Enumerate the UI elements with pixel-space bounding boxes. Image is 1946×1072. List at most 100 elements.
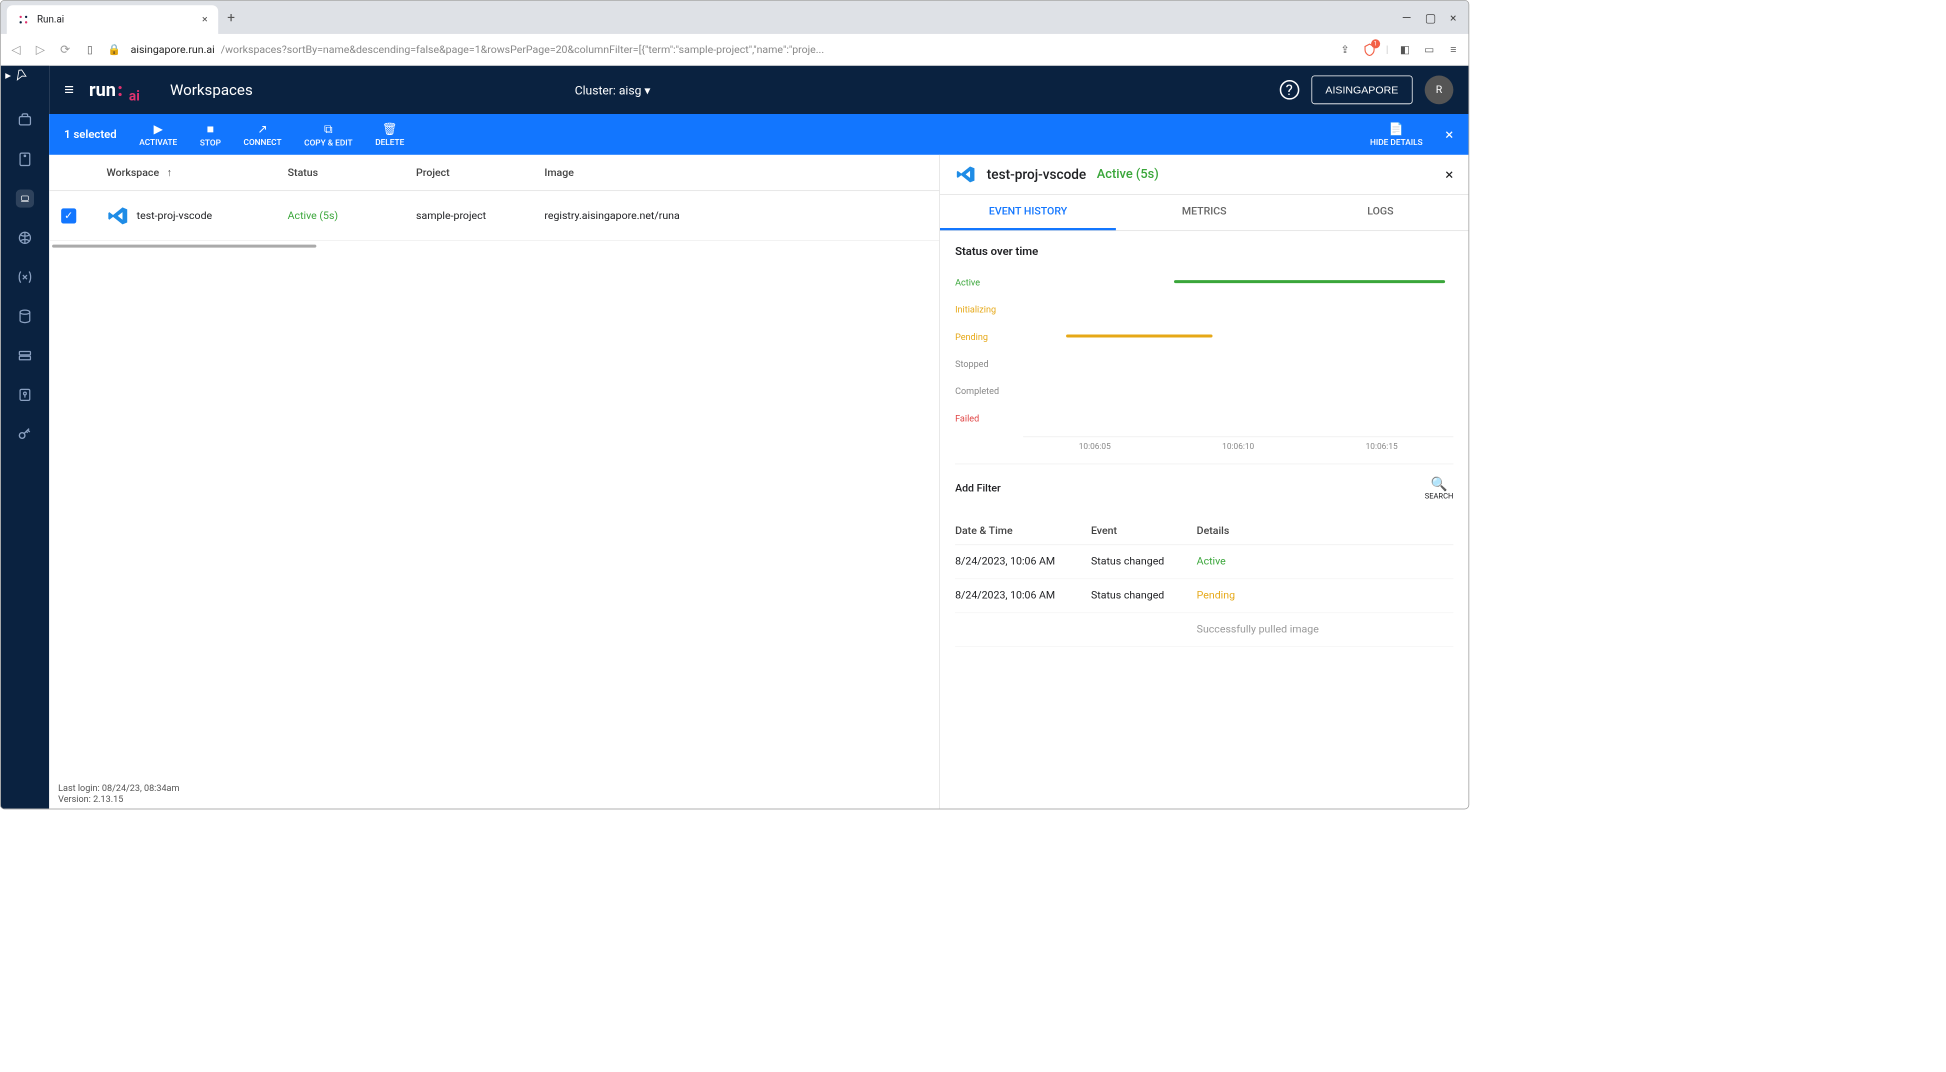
- hide-details-button[interactable]: 📄HIDE DETAILS: [1370, 122, 1423, 148]
- vscode-icon: [106, 204, 129, 227]
- tenant-button[interactable]: AISINGAPORE: [1311, 76, 1413, 105]
- search-button[interactable]: 🔍 SEARCH: [1425, 476, 1454, 500]
- col-image[interactable]: Image: [532, 166, 939, 178]
- tab-close-icon[interactable]: ×: [202, 14, 208, 26]
- rail-credentials-icon[interactable]: [16, 386, 34, 404]
- play-icon: ▶: [154, 122, 163, 136]
- status-over-time-title: Status over time: [955, 245, 1453, 259]
- rail-compute-icon[interactable]: [16, 347, 34, 365]
- logo-ai: ai: [129, 88, 140, 104]
- details-icon: 📄: [1389, 122, 1404, 136]
- runai-logo: run:: [89, 79, 124, 100]
- nav-forward-icon[interactable]: ▷: [33, 39, 48, 59]
- connect-icon: ↗: [257, 122, 267, 136]
- timeline-axis: 10:06:05 10:06:10 10:06:15: [1023, 436, 1453, 451]
- timeline-active-bar: [1174, 280, 1445, 283]
- rail-secrets-icon[interactable]: [16, 425, 34, 443]
- url-path: /workspaces?sortBy=name&descending=false…: [221, 43, 824, 55]
- sort-asc-icon: ↑: [167, 166, 172, 179]
- toolbar-divider: |: [1386, 43, 1389, 55]
- nav-back-icon[interactable]: ◁: [8, 39, 23, 59]
- col-workspace[interactable]: Workspace ↑: [94, 166, 275, 179]
- workspace-table: Workspace ↑ Status Project Image ✓ test-…: [49, 155, 940, 809]
- event-row: 8/24/2023, 10:06 AMStatus changedPending: [955, 579, 1453, 613]
- wallet-icon[interactable]: ▭: [1422, 42, 1437, 57]
- menu-icon[interactable]: ≡: [1446, 42, 1461, 57]
- table-row[interactable]: ✓ test-proj-vscode Active (5s) sample-pr…: [49, 191, 939, 241]
- tab-event-history[interactable]: EVENT HISTORY: [940, 195, 1116, 230]
- state-failed: Failed: [955, 413, 1023, 424]
- ev-col-details: Details: [1197, 525, 1454, 537]
- shield-icon[interactable]: 1: [1362, 42, 1377, 57]
- table-scrollbar[interactable]: [49, 241, 939, 252]
- row-status: Active (5s): [276, 210, 404, 222]
- activate-button[interactable]: ▶ACTIVATE: [139, 122, 177, 148]
- table-header: Workspace ↑ Status Project Image: [49, 155, 939, 191]
- connect-button[interactable]: ↗CONNECT: [244, 122, 282, 148]
- rail-jobs-icon[interactable]: [16, 111, 34, 129]
- rail-workspaces-icon[interactable]: [16, 190, 34, 208]
- browser-titlebar: Run.ai × + — ▢ ×: [1, 1, 1469, 34]
- state-stopped: Stopped: [955, 359, 1023, 370]
- details-status: Active (5s): [1097, 167, 1159, 182]
- rail-brain-icon[interactable]: [16, 229, 34, 247]
- rail-datastore-icon[interactable]: [16, 307, 34, 325]
- tab-logs[interactable]: LOGS: [1292, 195, 1468, 230]
- lock-icon: 🔒: [106, 42, 121, 57]
- details-title: test-proj-vscode: [987, 166, 1086, 182]
- side-rail: [1, 66, 49, 809]
- shield-badge: 1: [1371, 39, 1380, 48]
- copy-icon: ⧉: [324, 121, 333, 136]
- close-selection-icon[interactable]: ×: [1445, 125, 1453, 143]
- selection-count: 1 selected: [64, 128, 116, 142]
- col-status[interactable]: Status: [276, 166, 404, 178]
- sidebar-expand-handle[interactable]: ▶: [5, 69, 27, 83]
- rail-deployments-icon[interactable]: [16, 150, 34, 168]
- url-domain: aisingapore.run.ai: [131, 43, 215, 55]
- new-tab-button[interactable]: +: [227, 9, 235, 25]
- sidepanel-icon[interactable]: ◧: [1398, 42, 1413, 57]
- help-icon[interactable]: ?: [1279, 80, 1299, 100]
- tab-metrics[interactable]: METRICS: [1116, 195, 1292, 230]
- details-panel: test-proj-vscode Active (5s) × EVENT HIS…: [940, 155, 1468, 809]
- row-project: sample-project: [404, 210, 532, 222]
- search-icon: 🔍: [1431, 476, 1448, 492]
- add-filter-label[interactable]: Add Filter: [955, 482, 1001, 494]
- window-close-icon[interactable]: ×: [1450, 10, 1456, 24]
- bookmark-icon[interactable]: ▯: [82, 42, 97, 57]
- chevron-right-icon: ▶: [5, 71, 11, 79]
- browser-tab[interactable]: Run.ai ×: [7, 5, 218, 34]
- state-initializing: Initializing: [955, 304, 1023, 315]
- footer-info: Last login: 08/24/23, 08:34am Version: 2…: [58, 783, 179, 804]
- state-active: Active: [955, 277, 1023, 288]
- stop-button[interactable]: ■STOP: [200, 121, 221, 147]
- event-row-partial: Successfully pulled image: [955, 613, 1453, 647]
- col-project[interactable]: Project: [404, 166, 532, 178]
- last-login: Last login: 08/24/23, 08:34am: [58, 783, 179, 794]
- row-checkbox[interactable]: ✓: [61, 208, 76, 223]
- ev-col-datetime: Date & Time: [955, 525, 1091, 537]
- user-avatar[interactable]: R: [1425, 76, 1454, 105]
- share-icon[interactable]: ⇪: [1338, 42, 1353, 57]
- address-bar[interactable]: aisingapore.run.ai /workspaces?sortBy=na…: [131, 43, 1329, 55]
- chevron-down-icon: ▾: [644, 83, 650, 97]
- page-title: Workspaces: [170, 81, 253, 99]
- close-panel-icon[interactable]: ×: [1445, 165, 1453, 183]
- timeline-pending-bar: [1066, 334, 1212, 337]
- events-table: Date & Time Event Details 8/24/2023, 10:…: [955, 517, 1453, 647]
- tab-favicon: [17, 14, 29, 26]
- copy-edit-button[interactable]: ⧉COPY & EDIT: [304, 121, 352, 147]
- app-header: ≡ run: ai Workspaces Cluster: aisg ▾ ? A…: [49, 66, 1468, 114]
- state-pending: Pending: [955, 331, 1023, 342]
- window-minimize-icon[interactable]: —: [1402, 10, 1411, 24]
- browser-toolbar: ◁ ▷ ⟳ ▯ 🔒 aisingapore.run.ai /workspaces…: [1, 34, 1469, 66]
- vscode-icon: [955, 164, 976, 185]
- tab-title: Run.ai: [37, 14, 202, 25]
- delete-button[interactable]: 🗑DELETE: [375, 122, 404, 148]
- hamburger-icon[interactable]: ≡: [64, 80, 74, 100]
- window-maximize-icon[interactable]: ▢: [1425, 10, 1436, 24]
- cluster-selector[interactable]: Cluster: aisg ▾: [575, 83, 651, 97]
- version: Version: 2.13.15: [58, 794, 179, 805]
- nav-reload-icon[interactable]: ⟳: [57, 39, 73, 59]
- rail-x-icon[interactable]: [16, 268, 34, 286]
